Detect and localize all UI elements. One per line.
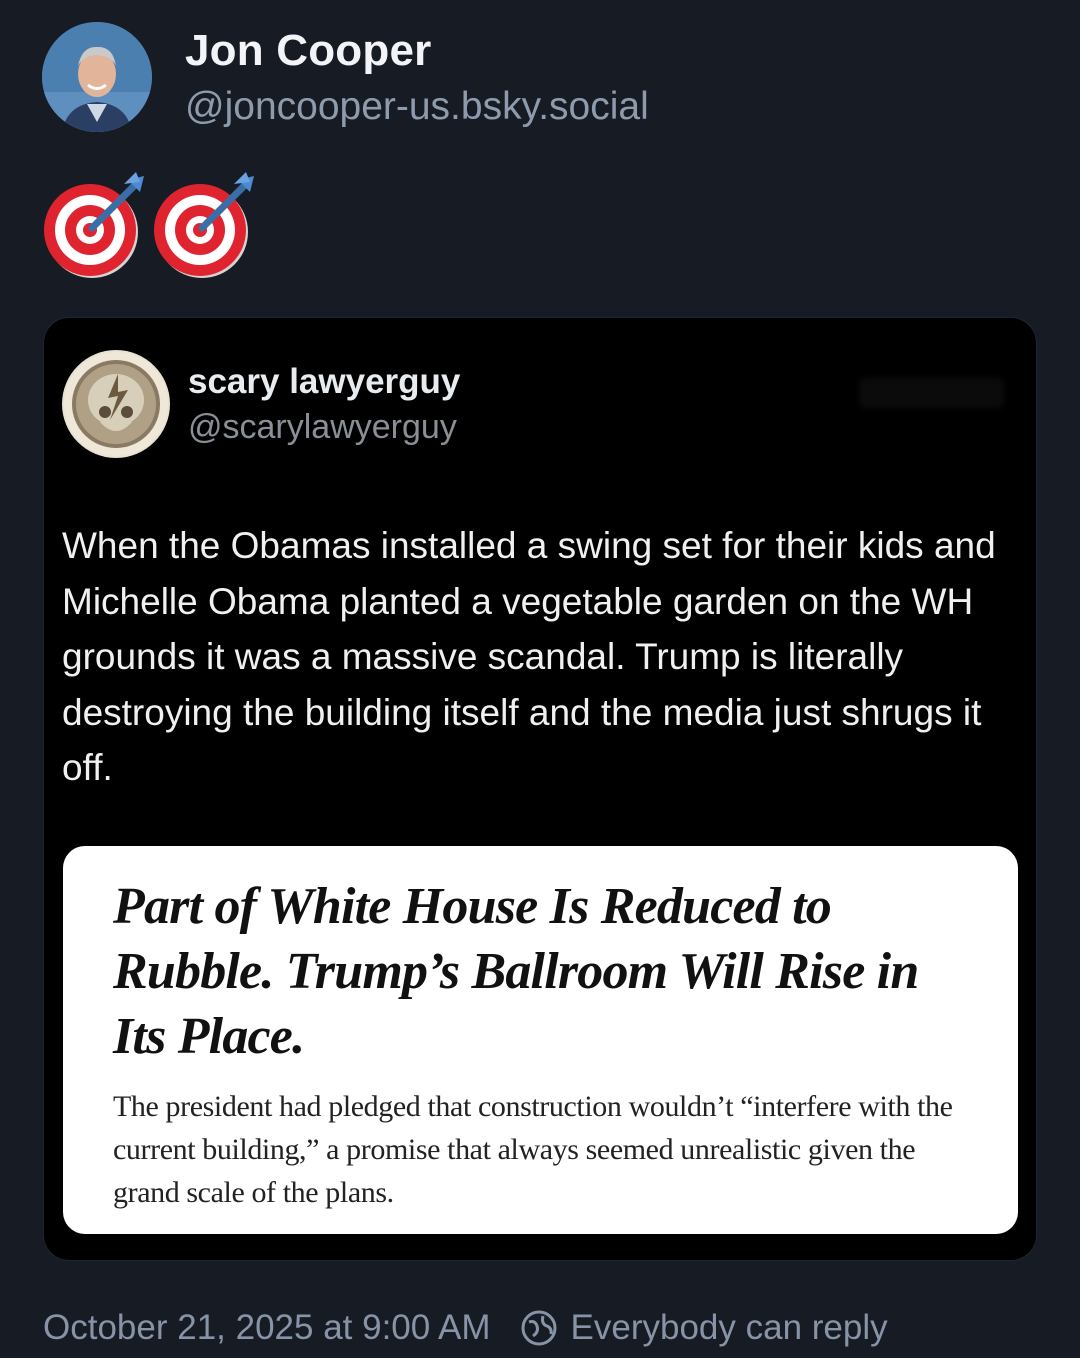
author-avatar[interactable] bbox=[42, 22, 152, 132]
headline-title: Part of White House Is Reduced to Rubble… bbox=[113, 878, 919, 1065]
reply-setting[interactable]: Everybody can reply bbox=[571, 1308, 888, 1348]
direct-hit-icon bbox=[154, 172, 254, 278]
post-thread-view: Jon Cooper @joncooper-us.bsky.social sca… bbox=[0, 0, 1080, 1358]
post-timestamp: October 21, 2025 at 9:00 AM bbox=[43, 1308, 491, 1347]
globe-icon bbox=[521, 1310, 557, 1346]
quoted-author-avatar[interactable] bbox=[62, 350, 170, 458]
direct-hit-icon bbox=[44, 172, 144, 278]
quoted-post-text: When the Obamas installed a swing set fo… bbox=[62, 525, 996, 788]
news-headline-image[interactable]: Part of White House Is Reduced to Rubble… bbox=[63, 846, 1018, 1234]
steal-your-face-skull-icon bbox=[64, 352, 168, 456]
author-handle[interactable]: @joncooper-us.bsky.social bbox=[185, 85, 649, 129]
post-text-emoji bbox=[44, 172, 258, 282]
quoted-post-card[interactable]: scary lawyerguy @scarylawyerguy When the… bbox=[43, 317, 1037, 1261]
headline-summary: The president had pledged that construct… bbox=[113, 1090, 953, 1209]
avatar-photo bbox=[42, 22, 152, 132]
post-footer: October 21, 2025 at 9:00 AM Everybody ca… bbox=[43, 1308, 888, 1348]
author-name[interactable]: Jon Cooper bbox=[185, 26, 431, 76]
quoted-author-handle[interactable]: @scarylawyerguy bbox=[188, 408, 457, 447]
blurred-label bbox=[859, 378, 1004, 408]
quoted-author-name[interactable]: scary lawyerguy bbox=[188, 362, 460, 402]
